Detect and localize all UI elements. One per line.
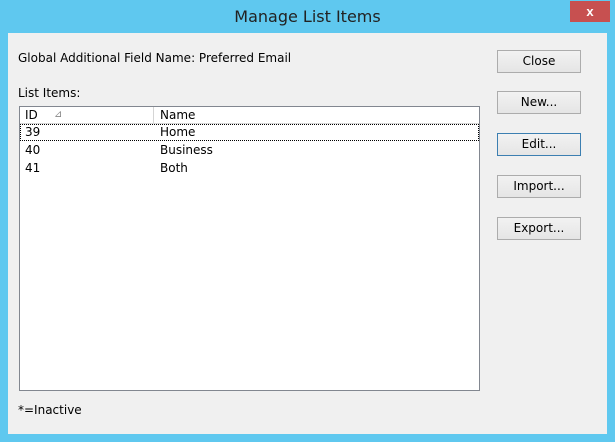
list-row[interactable]: 40 Business [20, 142, 479, 159]
window-title: Manage List Items [234, 7, 381, 26]
title-bar[interactable]: Manage List Items x [0, 0, 615, 33]
list-row[interactable]: 39 Home [20, 124, 479, 141]
list-row[interactable]: 41 Both [20, 160, 479, 177]
row-name: Both [160, 161, 188, 175]
dialog-body: Global Additional Field Name: Preferred … [8, 33, 607, 434]
list-header: ID ⊿ Name [20, 107, 479, 124]
import-button[interactable]: Import... [497, 175, 581, 198]
sort-ascending-icon: ⊿ [54, 109, 63, 120]
column-header-id[interactable]: ID ⊿ [20, 107, 154, 123]
list-items-label: List Items: [18, 86, 81, 100]
row-id: 39 [25, 125, 41, 139]
column-id-label: ID [25, 108, 38, 122]
row-name: Home [160, 125, 196, 139]
row-id: 40 [25, 143, 41, 157]
new-button[interactable]: New... [497, 91, 581, 114]
row-id: 41 [25, 161, 41, 175]
edit-button[interactable]: Edit... [497, 133, 581, 156]
row-name: Business [160, 143, 213, 157]
dialog-window: Manage List Items x Global Additional Fi… [0, 0, 615, 442]
close-button[interactable]: Close [497, 50, 581, 73]
close-icon: x [586, 4, 594, 19]
inactive-legend: *=Inactive [18, 403, 82, 417]
column-name-label: Name [160, 108, 196, 122]
column-header-name[interactable]: Name [154, 107, 479, 123]
list-items-listview[interactable]: ID ⊿ Name 39 Home 40 Business 41 Both [19, 106, 480, 391]
export-button[interactable]: Export... [497, 217, 581, 240]
field-name-label: Global Additional Field Name: Preferred … [18, 51, 292, 65]
close-window-button[interactable]: x [570, 1, 610, 22]
